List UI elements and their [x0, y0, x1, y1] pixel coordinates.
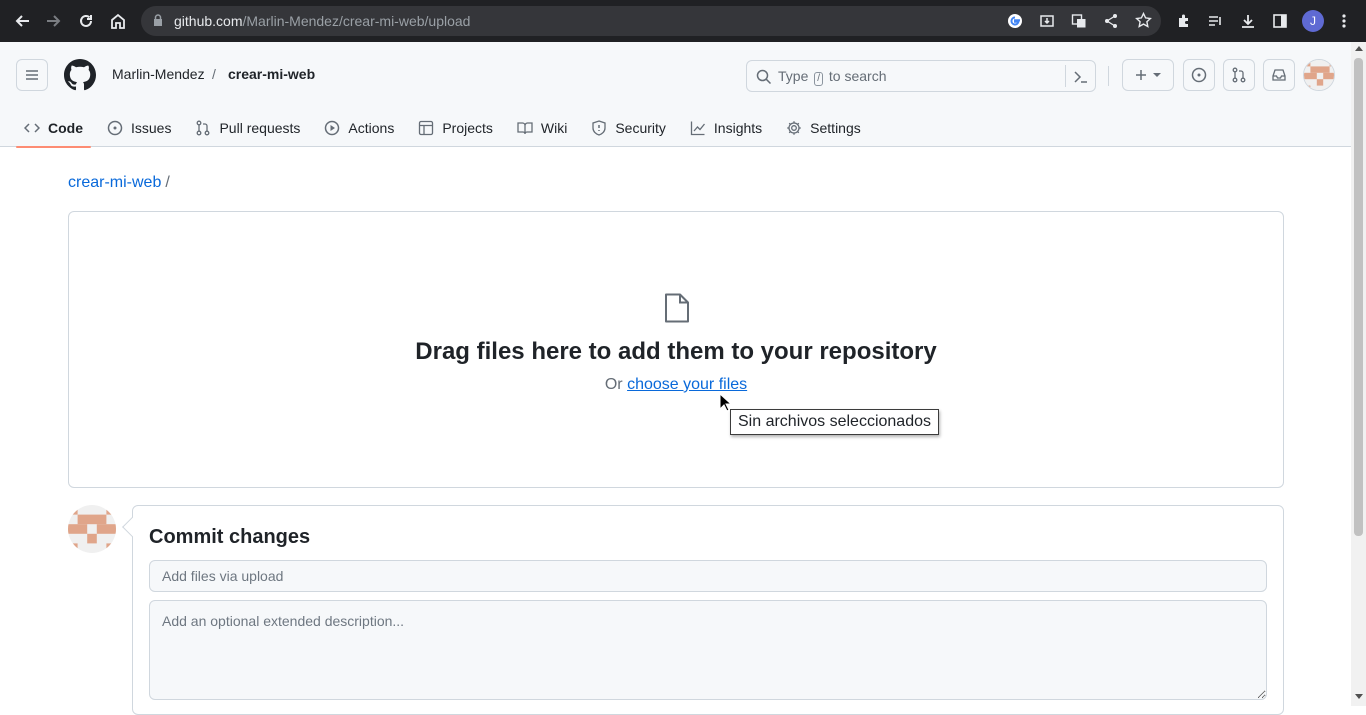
- tab-actions[interactable]: Actions: [316, 109, 402, 147]
- google-icon[interactable]: [1007, 13, 1023, 34]
- hamburger-icon: [26, 70, 38, 80]
- command-palette-icon[interactable]: [1073, 69, 1089, 90]
- search-placeholder: Type / to search: [778, 68, 887, 86]
- book-icon: [517, 122, 533, 135]
- breadcrumb-repo-link[interactable]: crear-mi-web: [68, 174, 161, 191]
- github-logo-icon[interactable]: [64, 59, 96, 91]
- tab-label: Pull requests: [219, 120, 301, 136]
- tab-label: Wiki: [540, 120, 568, 136]
- owner-link[interactable]: Marlin-Mendez: [112, 66, 205, 82]
- dropzone-title: Drag files here to add them to your repo…: [415, 338, 937, 365]
- commit-author-avatar: [68, 505, 116, 553]
- profile-avatar[interactable]: J: [1302, 10, 1324, 32]
- tab-wiki[interactable]: Wiki: [509, 109, 575, 147]
- tab-label: Actions: [348, 120, 395, 136]
- tab-projects[interactable]: Projects: [410, 109, 501, 147]
- tab-insights[interactable]: Insights: [682, 109, 770, 147]
- tab-issues[interactable]: Issues: [99, 109, 179, 147]
- breadcrumb-slash: /: [165, 174, 170, 191]
- tab-security[interactable]: Security: [583, 109, 674, 147]
- extensions-icon[interactable]: [1172, 9, 1196, 33]
- tab-settings[interactable]: Settings: [778, 109, 869, 147]
- tab-pull-requests[interactable]: Pull requests: [187, 109, 308, 147]
- file-input-tooltip: Sin archivos seleccionados: [730, 409, 939, 435]
- table-icon: [419, 120, 434, 136]
- hamburger-menu-button[interactable]: [16, 59, 48, 91]
- header-divider: [1108, 66, 1109, 86]
- search-divider: [1065, 65, 1066, 87]
- gear-icon: [787, 121, 801, 135]
- forward-icon[interactable]: [42, 9, 66, 33]
- install-icon[interactable]: [1039, 13, 1055, 34]
- bookmark-star-icon[interactable]: [1135, 11, 1152, 34]
- git-pull-request-icon: [1232, 67, 1246, 83]
- tab-label: Settings: [810, 120, 861, 136]
- shield-icon: [592, 120, 606, 136]
- plus-dropdown-icon: [1136, 70, 1161, 80]
- address-bar[interactable]: github.com/Marlin-Mendez/crear-mi-web/up…: [141, 6, 1161, 36]
- commit-summary-input[interactable]: [149, 560, 1267, 592]
- home-icon[interactable]: [106, 9, 130, 33]
- side-panel-icon[interactable]: [1268, 9, 1292, 33]
- page-scrollbar[interactable]: [1351, 42, 1366, 706]
- inbox-icon: [1272, 69, 1286, 81]
- issue-opened-icon: [1191, 67, 1207, 83]
- mouse-cursor-icon: [719, 392, 733, 417]
- issues-button[interactable]: [1183, 59, 1215, 91]
- user-avatar[interactable]: [1303, 59, 1335, 91]
- tab-label: Projects: [442, 120, 493, 136]
- scrollbar-thumb[interactable]: [1354, 58, 1363, 536]
- tab-code[interactable]: Code: [16, 109, 91, 148]
- repo-link[interactable]: crear-mi-web: [228, 66, 315, 82]
- play-icon: [325, 120, 340, 136]
- share-icon[interactable]: [1103, 13, 1119, 34]
- pull-requests-button[interactable]: [1223, 59, 1255, 91]
- lock-icon: [153, 14, 163, 32]
- commit-form: Commit changes: [122, 505, 1284, 715]
- tab-label: Code: [48, 120, 83, 136]
- scroll-down-icon[interactable]: [1355, 694, 1363, 699]
- issue-icon: [107, 120, 123, 136]
- tab-label: Issues: [131, 120, 172, 136]
- url-text: github.com/Marlin-Mendez/crear-mi-web/up…: [174, 13, 471, 29]
- inbox-button[interactable]: [1263, 59, 1295, 91]
- choose-prefix: Or: [604, 376, 623, 393]
- translate-icon[interactable]: [1071, 13, 1087, 34]
- search-icon: [756, 69, 772, 90]
- file-dropzone[interactable]: Drag files here to add them to your repo…: [68, 211, 1284, 488]
- reload-icon[interactable]: [74, 9, 98, 33]
- repo-tabs: Code Issues Pull requests Actions Projec…: [16, 109, 877, 148]
- breadcrumb-separator: /: [212, 66, 216, 82]
- repo-header: Marlin-Mendez / crear-mi-web Type / to s…: [0, 42, 1351, 148]
- upload-breadcrumb: crear-mi-web /: [68, 174, 170, 192]
- code-icon: [24, 123, 40, 133]
- choose-files-link[interactable]: choose your files: [627, 376, 747, 393]
- graph-icon: [690, 121, 705, 136]
- file-icon: [664, 293, 690, 328]
- back-icon[interactable]: [10, 9, 34, 33]
- kebab-menu-icon[interactable]: [1332, 9, 1356, 33]
- commit-caret: [122, 517, 142, 537]
- create-new-button[interactable]: [1122, 59, 1174, 91]
- downloads-icon[interactable]: [1236, 9, 1260, 33]
- scroll-up-icon[interactable]: [1355, 46, 1363, 51]
- tab-label: Security: [615, 120, 666, 136]
- reading-list-icon[interactable]: [1203, 9, 1227, 33]
- search-input[interactable]: Type / to search: [746, 60, 1096, 92]
- tab-label: Insights: [713, 120, 763, 136]
- pull-request-icon: [197, 120, 210, 136]
- browser-toolbar: github.com/Marlin-Mendez/crear-mi-web/up…: [0, 0, 1366, 42]
- commit-description-input[interactable]: [149, 600, 1267, 700]
- commit-title: Commit changes: [149, 526, 311, 548]
- choose-files-line: Or choose your files: [69, 376, 1283, 394]
